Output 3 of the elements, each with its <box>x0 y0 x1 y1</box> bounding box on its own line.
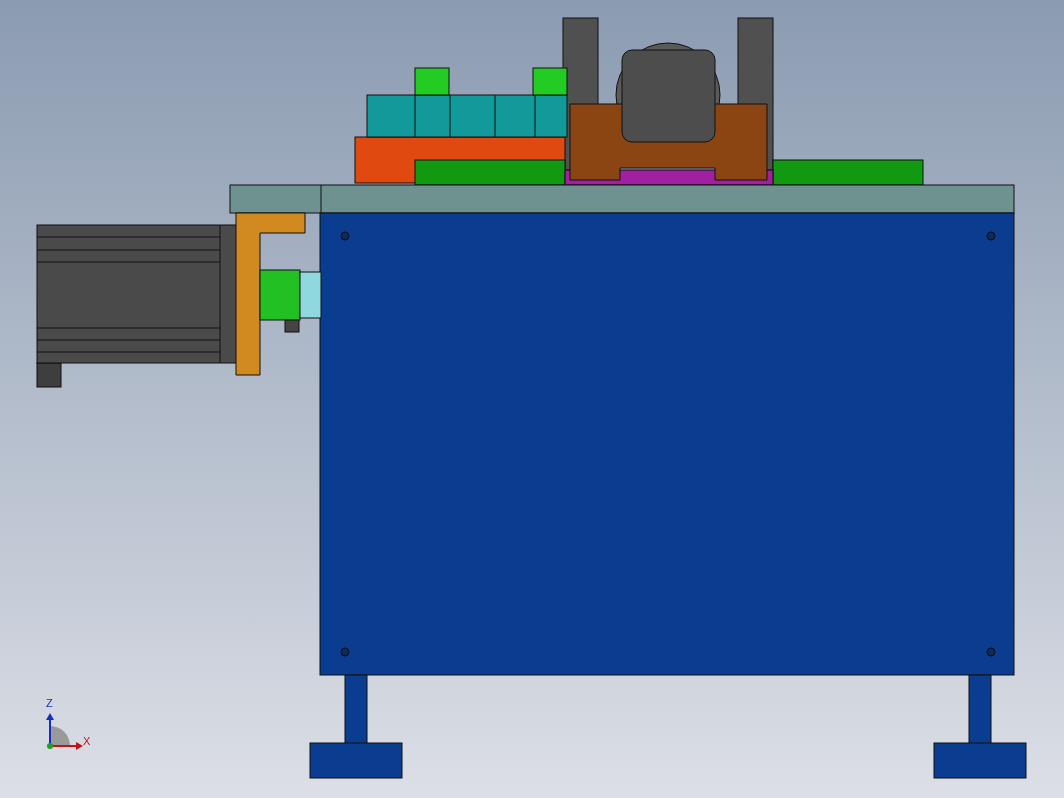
x-axis-label: X <box>83 736 91 747</box>
z-axis-label: Z <box>46 698 53 709</box>
axis-triad-icon <box>44 712 84 752</box>
